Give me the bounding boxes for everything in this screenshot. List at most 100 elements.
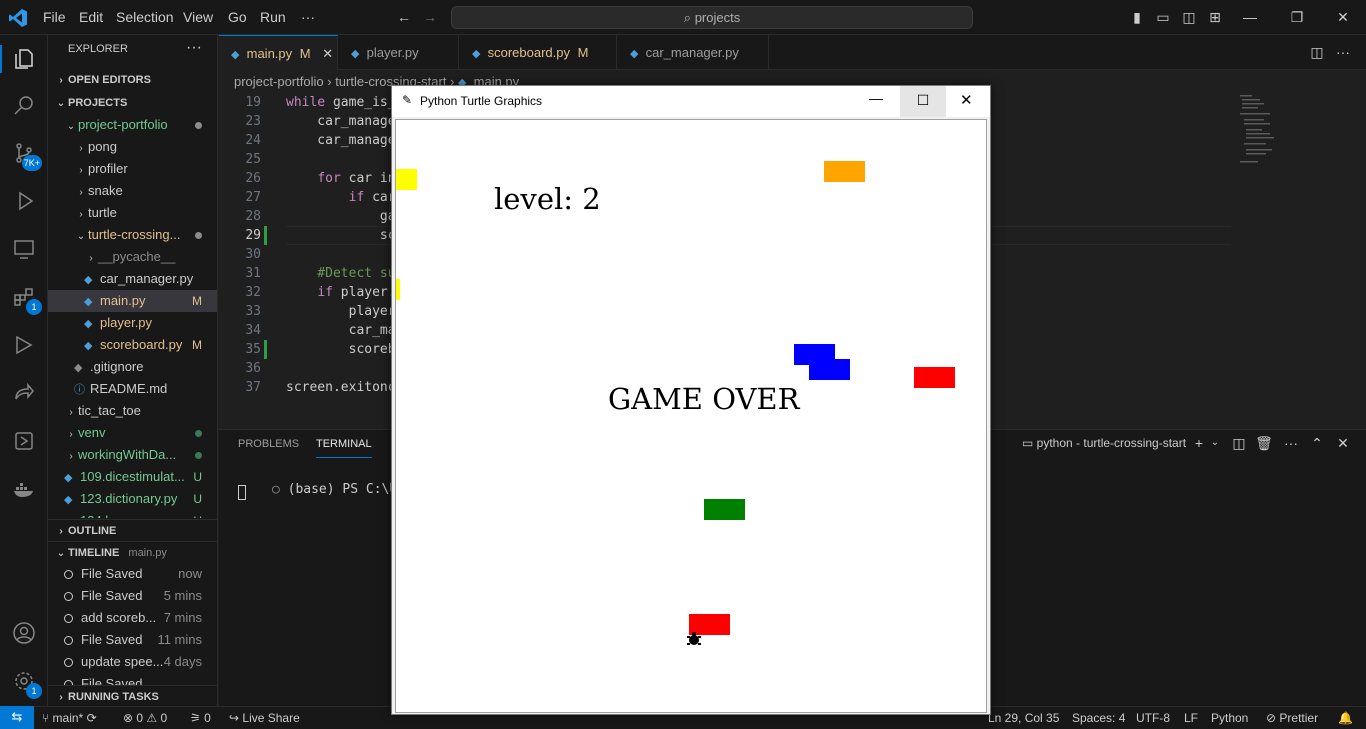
title-bar: File Edit Selection View Go Run ··· ← → … xyxy=(0,0,1366,35)
testing-icon[interactable] xyxy=(0,323,48,367)
timeline-section[interactable]: ⌄ TIMELINE main.py xyxy=(48,541,217,563)
running-tasks-section[interactable]: › RUNNING TASKS xyxy=(48,685,217,706)
close-icon[interactable]: ✕ xyxy=(960,91,973,109)
customize-layout-icon[interactable]: ⊞ xyxy=(1205,8,1225,26)
timeline-item[interactable]: add scoreb... 7 mins xyxy=(48,607,217,629)
branch-status[interactable]: ⑂ main* ⟳ xyxy=(42,707,97,729)
remote-explorer-icon[interactable] xyxy=(0,227,48,271)
minimap[interactable] xyxy=(1232,93,1282,173)
tree-item[interactable]: ◆ player.py xyxy=(48,312,217,334)
restore-icon[interactable]: ❐ xyxy=(1287,8,1307,26)
tree-item[interactable]: › snake xyxy=(48,180,217,202)
tree-item[interactable]: ⓘ README.md xyxy=(48,378,217,400)
tree-item[interactable]: › turtle xyxy=(48,202,217,224)
menu-run[interactable]: Run xyxy=(260,0,286,35)
maximize-panel-icon[interactable]: ⌃ xyxy=(1307,434,1327,452)
turtle-canvas[interactable]: level: 2 GAME OVER xyxy=(395,119,987,713)
notifications-icon[interactable]: 🔔 xyxy=(1338,707,1353,729)
tree-item[interactable]: ◆ scoreboard.py M xyxy=(48,334,217,356)
minimize-icon[interactable]: — xyxy=(1240,8,1260,26)
tree-item[interactable]: ◆ main.py M xyxy=(48,290,217,312)
indentation[interactable]: Spaces: 4 xyxy=(1072,707,1125,729)
tree-item[interactable]: ◆ 123.dictionary.py U xyxy=(48,488,217,510)
git-status-badge: U xyxy=(193,510,202,518)
tab-scoreboard-py[interactable]: ◆ scoreboard.py M xyxy=(460,35,617,70)
timeline-item[interactable]: update spee... 4 days xyxy=(48,651,217,673)
close-panel-icon[interactable]: ✕ xyxy=(1333,434,1353,452)
chevron-right-icon: › xyxy=(69,407,73,418)
search-icon[interactable] xyxy=(0,83,48,127)
toggle-secondary-sidebar-icon[interactable]: ◫ xyxy=(1179,8,1199,26)
run-debug-icon[interactable] xyxy=(0,179,48,223)
tab-main-py[interactable]: ◆ main.py M ✕ xyxy=(219,35,338,70)
python-icon[interactable] xyxy=(0,419,48,463)
language-mode[interactable]: Python xyxy=(1211,707,1248,729)
menu-view[interactable]: View xyxy=(183,0,213,35)
docker-icon[interactable] xyxy=(0,467,48,511)
tab-player-py[interactable]: ◆ player.py xyxy=(339,35,459,70)
tree-item[interactable]: ◆ car_manager.py xyxy=(48,268,217,290)
command-center-search[interactable]: ⌕ projects xyxy=(451,6,973,29)
remote-indicator[interactable]: ⇆ xyxy=(0,706,34,729)
split-terminal-icon[interactable]: ◫ xyxy=(1229,434,1249,452)
editor-more-icon[interactable]: ··· xyxy=(1333,43,1353,61)
tree-item[interactable]: ⌄ turtle-crossing... xyxy=(48,224,217,246)
turtle-window-titlebar[interactable]: ✎ Python Turtle Graphics — ☐ ✕ xyxy=(392,86,990,117)
split-editor-icon[interactable]: ◫ xyxy=(1307,43,1327,61)
tree-item[interactable]: › __pycache__ xyxy=(48,246,217,268)
menu-file[interactable]: File xyxy=(43,0,66,35)
tree-item[interactable]: › pong xyxy=(48,136,217,158)
ports-status[interactable]: ⚞ 0 xyxy=(190,707,211,729)
forward-arrow-icon[interactable]: → xyxy=(420,8,440,26)
projects-section[interactable]: ⌄ PROJECTS xyxy=(48,92,217,114)
timeline-item[interactable]: File Saved 11 mins xyxy=(48,629,217,651)
open-editors-section[interactable]: › OPEN EDITORS xyxy=(48,69,217,91)
formatter-status[interactable]: ⊘ Prettier xyxy=(1266,707,1318,729)
encoding[interactable]: UTF-8 xyxy=(1136,707,1170,729)
code-line: #Detect su xyxy=(286,266,396,281)
problems-status[interactable]: ⊗ 0 ⚠ 0 xyxy=(123,707,167,729)
tree-item[interactable]: ◆ 134.hangmen.py U xyxy=(48,510,217,518)
timeline-item[interactable]: File Saved 5 mins xyxy=(48,585,217,607)
tab-problems[interactable]: PROBLEMS xyxy=(238,438,299,458)
back-arrow-icon[interactable]: ← xyxy=(394,8,414,26)
tree-item[interactable]: › profiler xyxy=(48,158,217,180)
breadcrumb-item[interactable]: project-portfolio xyxy=(234,74,324,89)
settings-icon[interactable]: 1 xyxy=(0,659,48,703)
tab-terminal[interactable]: TERMINAL xyxy=(316,438,372,458)
tree-item[interactable]: › tic_tac_toe xyxy=(48,400,217,422)
accounts-icon[interactable] xyxy=(0,611,48,655)
cursor-position[interactable]: Ln 29, Col 35 xyxy=(988,707,1059,729)
live-share-icon[interactable] xyxy=(0,371,48,415)
timeline-item[interactable]: File Saved now xyxy=(48,563,217,585)
tree-item[interactable]: ⌄ project-portfolio xyxy=(48,114,217,136)
tree-item[interactable]: › venv xyxy=(48,422,217,444)
menu-more[interactable]: ··· xyxy=(301,0,315,35)
extensions-icon[interactable]: 1 xyxy=(0,275,48,319)
source-control-icon[interactable]: 7K+ xyxy=(0,131,48,175)
tree-item[interactable]: ◆ 109.dicestimulat... U xyxy=(48,466,217,488)
toggle-panel-icon[interactable]: ▭ xyxy=(1153,8,1173,26)
close-icon[interactable]: ✕ xyxy=(1333,8,1353,26)
menu-edit[interactable]: Edit xyxy=(79,0,103,35)
terminal-title[interactable]: ▭ python - turtle-crossing-start xyxy=(1022,436,1186,450)
menu-go[interactable]: Go xyxy=(228,0,247,35)
explorer-icon[interactable] xyxy=(0,37,48,81)
tree-item[interactable]: ◆ .gitignore xyxy=(48,356,217,378)
tab-car-manager-py[interactable]: ◆ car_manager.py xyxy=(618,35,769,70)
trash-icon[interactable]: 🗑 xyxy=(1254,434,1274,452)
close-tab-icon[interactable]: ✕ xyxy=(322,46,333,61)
outline-section[interactable]: › OUTLINE xyxy=(48,519,217,541)
minimize-icon[interactable]: — xyxy=(869,90,883,106)
tree-item-label: turtle-crossing... xyxy=(88,227,181,242)
toggle-sidebar-icon[interactable]: ▮ xyxy=(1127,8,1147,26)
panel-more-icon[interactable]: ··· xyxy=(1281,434,1301,452)
maximize-icon[interactable]: ☐ xyxy=(900,86,946,117)
more-actions-icon[interactable]: ··· xyxy=(186,39,202,57)
turtle-graphics-window[interactable]: ✎ Python Turtle Graphics — ☐ ✕ level: 2 … xyxy=(391,85,991,715)
end-of-line[interactable]: LF xyxy=(1184,707,1198,729)
chevron-down-icon[interactable]: ⌄ xyxy=(1205,434,1225,452)
live-share-status[interactable]: ↪ Live Share xyxy=(229,707,300,729)
menu-selection[interactable]: Selection xyxy=(116,0,174,35)
tree-item[interactable]: › workingWithDa... xyxy=(48,444,217,466)
